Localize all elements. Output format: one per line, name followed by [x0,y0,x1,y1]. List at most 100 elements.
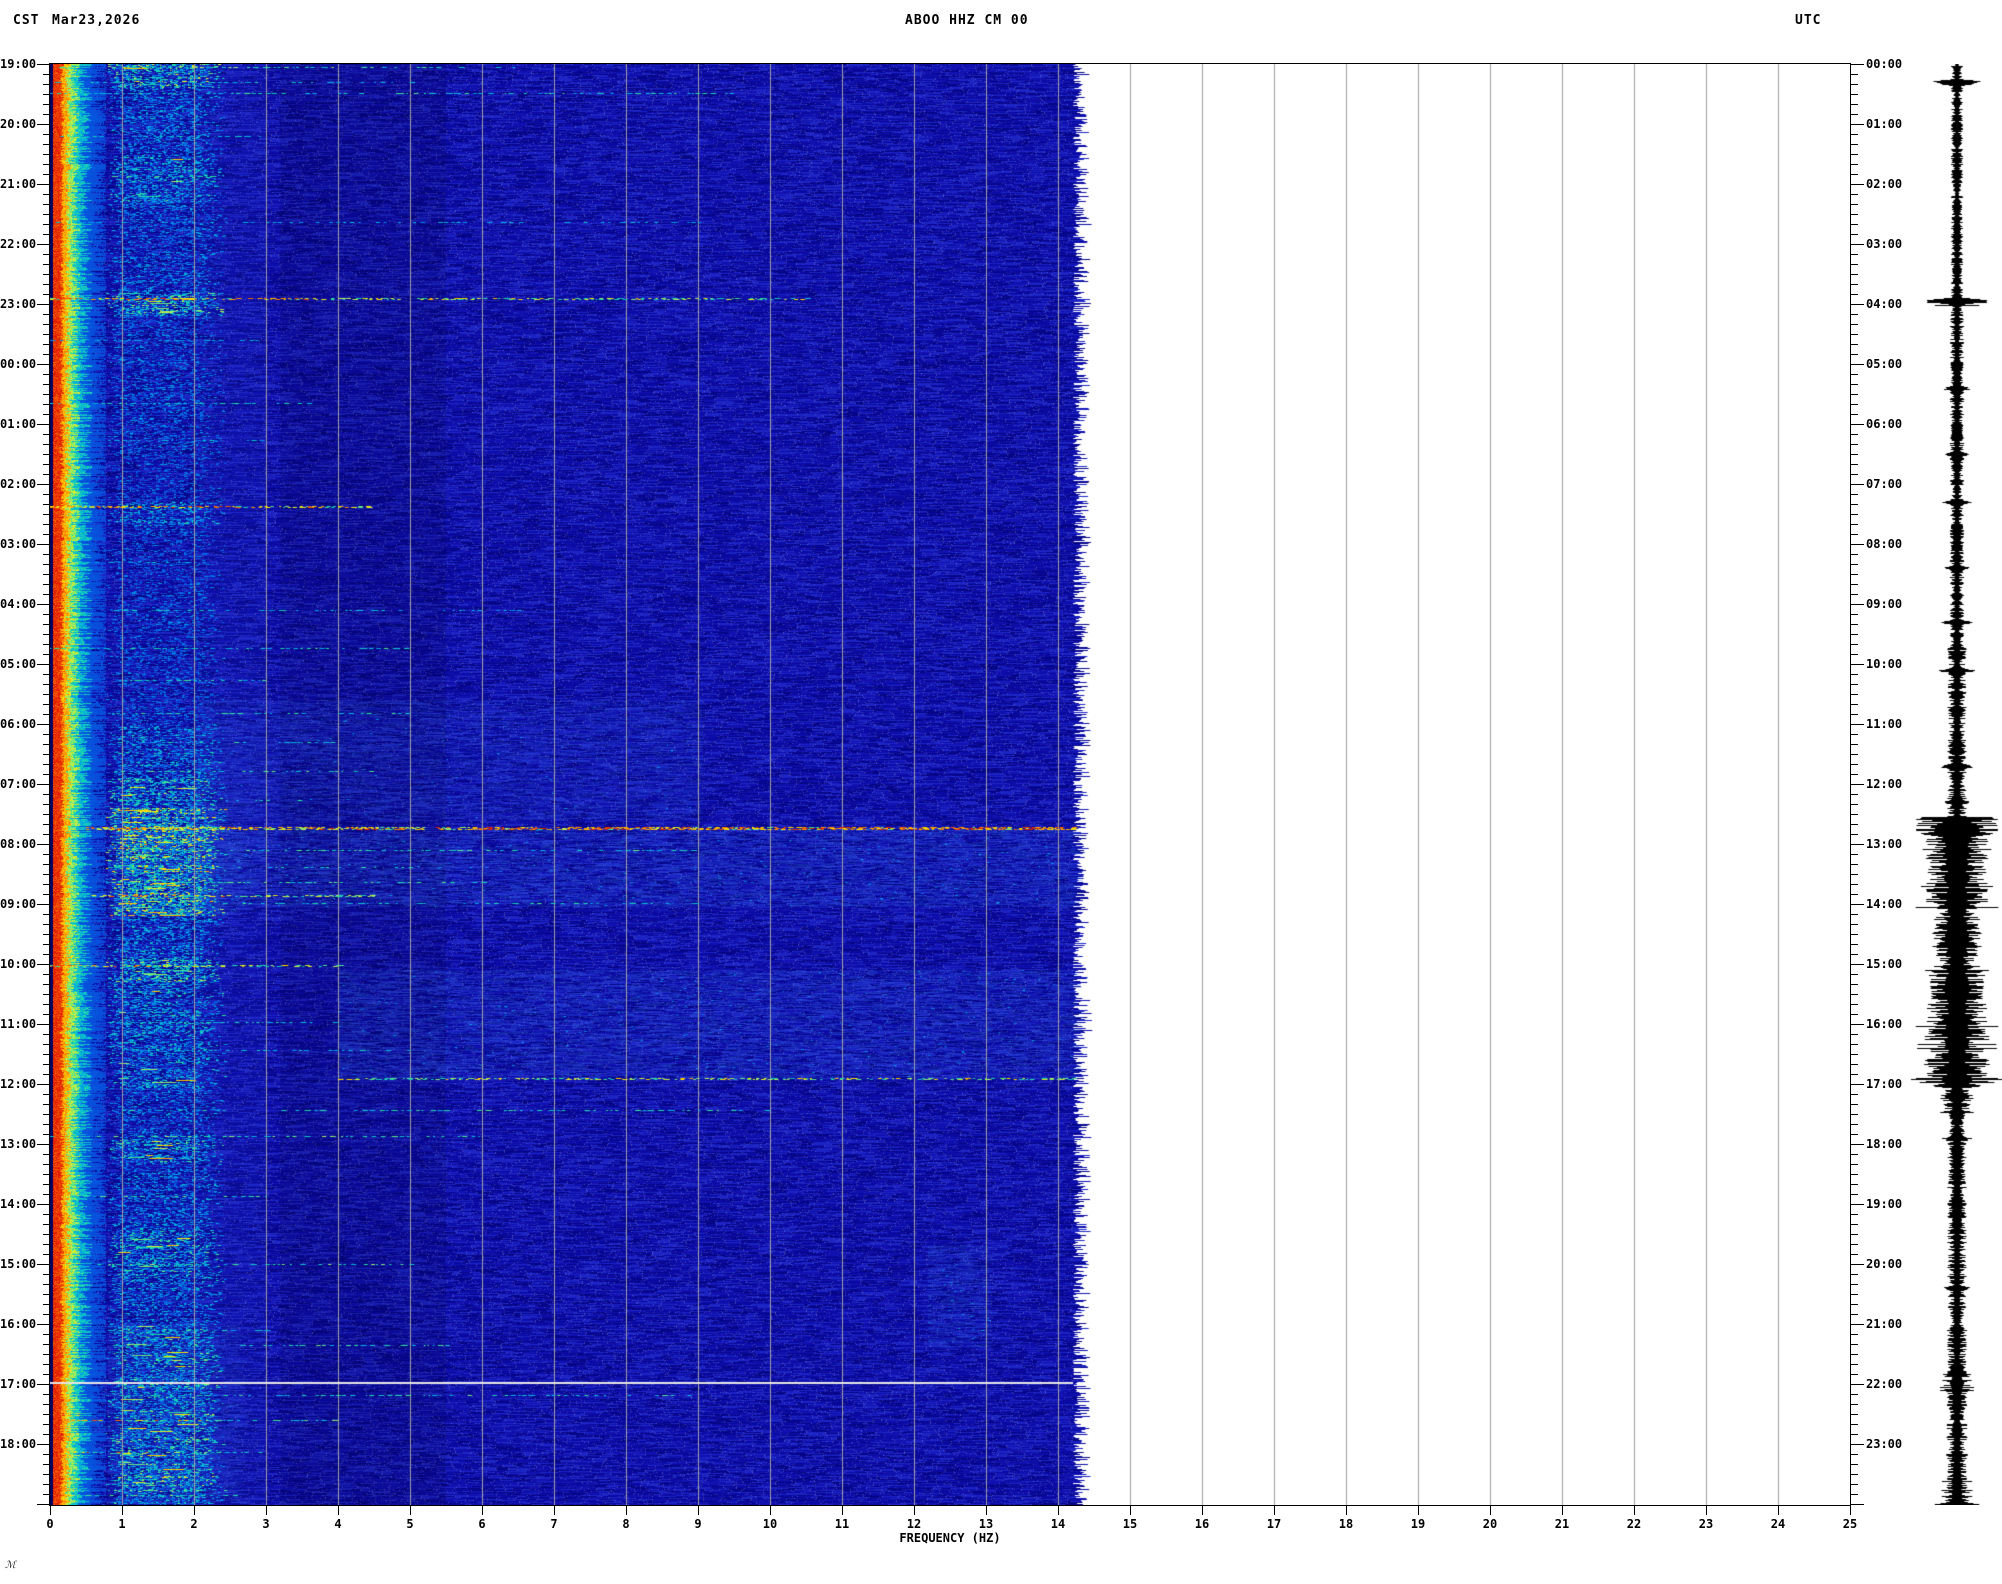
frequency-axis-tick [626,1506,627,1515]
left-axis-tick [37,424,50,425]
left-axis-tick [43,994,50,995]
left-axis-tick [37,1324,50,1325]
left-axis-tick [43,1294,50,1295]
left-axis-tick [43,264,50,265]
frequency-axis-tick [1778,1506,1779,1515]
left-axis-hour-label: 19:00 [0,57,37,71]
left-axis-tick [43,524,50,525]
right-axis-tick [1851,104,1858,105]
frequency-axis-tick [1850,1506,1851,1515]
left-axis-hour-label: 11:00 [0,1017,37,1031]
frequency-axis-label: 4 [334,1517,342,1531]
left-axis-tick [43,84,50,85]
frequency-axis-label: 22 [1626,1517,1642,1531]
right-axis-tick [1851,84,1858,85]
left-axis-tick [43,1454,50,1455]
left-axis-tick [43,1414,50,1415]
right-axis-tick [1851,724,1864,725]
right-axis-tick [1851,444,1858,445]
left-axis-tick [43,704,50,705]
left-axis-tick [37,1144,50,1145]
left-axis-tick [37,844,50,845]
frequency-axis-label: 13 [978,1517,994,1531]
right-axis-tick [1851,1064,1858,1065]
left-axis-tick [43,654,50,655]
frequency-axis-label: 25 [1842,1517,1858,1531]
frequency-axis-label: 6 [478,1517,486,1531]
left-axis-tick [43,334,50,335]
left-axis-tick [43,134,50,135]
right-axis-tick [1851,804,1858,805]
left-axis-tick [43,94,50,95]
left-axis-hour-label: 12:00 [0,1077,37,1091]
right-axis-tick [1851,744,1858,745]
timezone-left-label: CST [13,13,40,28]
left-axis-tick [37,544,50,545]
right-axis-tick [1851,174,1858,175]
right-axis-tick [1851,1034,1858,1035]
left-axis-tick [43,114,50,115]
left-axis-tick [43,1044,50,1045]
right-axis-tick [1851,654,1858,655]
left-axis-tick [37,1504,50,1505]
left-axis-tick [37,364,50,365]
right-axis-tick [1851,1504,1864,1505]
right-axis-tick [1851,954,1858,955]
left-axis-tick [37,1264,50,1265]
right-axis-tick [1851,134,1858,135]
left-axis-hour-label: 02:00 [0,477,37,491]
left-axis-tick [43,1194,50,1195]
right-axis-tick [1851,1304,1858,1305]
left-axis-hour-label: 07:00 [0,777,37,791]
right-axis-tick [1851,1214,1858,1215]
left-axis-tick [43,634,50,635]
left-axis-tick [43,404,50,405]
left-axis-tick [43,934,50,935]
right-axis-tick [1851,634,1858,635]
left-axis-hour-label: 18:00 [0,1437,37,1451]
frequency-axis-tick [554,1506,555,1515]
left-axis-tick [43,504,50,505]
right-axis-tick [1851,1394,1858,1395]
right-axis-tick [1851,824,1858,825]
date-label: Mar23,2026 [52,13,141,28]
frequency-axis-label: 10 [762,1517,778,1531]
right-axis-tick [1851,324,1858,325]
left-axis-tick [43,1274,50,1275]
right-axis-tick [1851,694,1858,695]
right-axis-tick [1851,734,1858,735]
right-axis-tick [1851,994,1858,995]
frequency-axis-tick [266,1506,267,1515]
right-axis-tick [1851,934,1858,935]
left-axis-tick [43,574,50,575]
left-axis-tick [43,894,50,895]
right-axis-tick [1851,754,1858,755]
right-axis-tick [1851,1444,1864,1445]
left-axis-tick [43,1094,50,1095]
left-axis-hour-label: 21:00 [0,177,37,191]
left-axis-tick [43,154,50,155]
frequency-axis-label: 3 [262,1517,270,1531]
left-axis-tick [43,1474,50,1475]
left-axis-tick [43,474,50,475]
right-axis-tick [1851,94,1858,95]
left-axis-tick [43,644,50,645]
left-axis-tick [37,964,50,965]
left-axis-tick [43,444,50,445]
left-axis-tick [43,1174,50,1175]
right-axis-tick [1851,664,1864,665]
right-axis-tick [1851,1054,1858,1055]
left-axis-hour-label: 08:00 [0,837,37,851]
left-axis-tick [43,1164,50,1165]
right-axis-tick [1851,1124,1858,1125]
left-axis-tick [43,324,50,325]
seismogram-trace-canvas [1895,64,2002,1505]
left-axis-hour-label: 17:00 [0,1377,37,1391]
left-axis-tick [43,794,50,795]
frequency-axis-label: 20 [1482,1517,1498,1531]
left-axis-tick [43,1364,50,1365]
frequency-axis-title: FREQUENCY (HZ) [899,1531,1001,1545]
left-axis-tick [43,564,50,565]
frequency-axis-tick [194,1506,195,1515]
left-axis-hour-label: 09:00 [0,897,37,911]
